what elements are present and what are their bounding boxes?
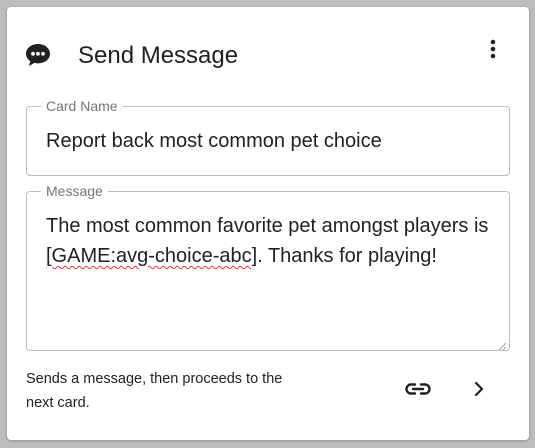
card-name-label: Card Name	[41, 97, 123, 115]
card-description: Sends a message, then proceeds to the ne…	[26, 371, 283, 411]
next-card-button[interactable]	[465, 377, 493, 405]
card-name-field[interactable]: Card Name Report back most common pet ch…	[26, 97, 510, 176]
resize-handle-icon[interactable]	[497, 338, 507, 351]
send-message-card: Send Message Card Name Report back most …	[7, 7, 529, 440]
message-game-variable: [GAME:avg-choice-abc]	[46, 245, 258, 267]
link-button[interactable]	[402, 377, 434, 405]
chat-bubble-icon	[25, 43, 51, 67]
card-name-input[interactable]: Report back most common pet choice	[46, 126, 495, 156]
more-vert-icon	[490, 39, 496, 64]
message-field[interactable]: Message The most common favorite pet amo…	[26, 182, 510, 351]
message-label: Message	[41, 182, 108, 200]
message-textarea[interactable]: The most common favorite pet amongst pla…	[46, 211, 495, 271]
message-text-end: . Thanks for playing!	[257, 245, 437, 267]
link-icon	[404, 382, 432, 401]
more-options-button[interactable]	[479, 37, 507, 65]
message-text-start: The most common favorite pet amongst pla…	[46, 215, 489, 237]
chevron-right-icon	[474, 381, 484, 402]
card-title: Send Message	[78, 42, 239, 69]
